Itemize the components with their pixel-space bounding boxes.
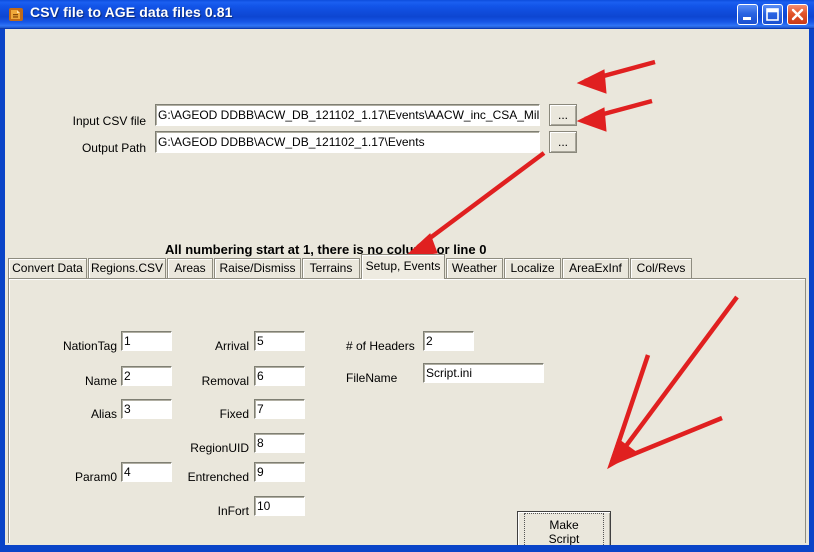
infort-label: InFort [149,504,249,518]
tab-raise-dismiss[interactable]: Raise/Dismiss [214,258,301,279]
output-path-browse-button[interactable]: ... [549,131,577,153]
close-button[interactable] [787,4,808,25]
make-script-button[interactable]: Make Script [517,511,611,545]
tab-setup-events[interactable]: Setup, Events [361,254,445,279]
minimize-button[interactable] [737,4,758,25]
name-label: Name [9,374,117,388]
input-csv-label: Input CSV file [26,114,146,128]
output-path-field[interactable] [155,131,540,153]
arrival-label: Arrival [149,339,249,353]
fixed-field[interactable] [254,399,305,419]
make-script-button-label: Make Script [524,513,604,545]
entrenched-label: Entrenched [149,470,249,484]
tab-area-ex-inf[interactable]: AreaExInf [562,258,629,279]
maximize-button[interactable] [762,4,783,25]
filename-label: FileName [346,371,397,385]
client-area: Input CSV file ... Output Path ... All n… [5,29,809,545]
application-window: CSV file to AGE data files 0.81 Input CS… [0,0,814,552]
nationtag-label: NationTag [9,339,117,353]
title-bar: CSV file to AGE data files 0.81 [0,0,814,29]
tab-terrains[interactable]: Terrains [302,258,360,279]
removal-label: Removal [149,374,249,388]
removal-field[interactable] [254,366,305,386]
num-headers-field[interactable] [423,331,474,351]
regionuid-field[interactable] [254,433,305,453]
tab-weather[interactable]: Weather [446,258,503,279]
infort-field[interactable] [254,496,305,516]
regionuid-label: RegionUID [149,441,249,455]
output-path-label: Output Path [26,141,146,155]
tab-convert-data[interactable]: Convert Data [8,258,87,279]
alias-label: Alias [9,407,117,421]
entrenched-field[interactable] [254,462,305,482]
tab-localize[interactable]: Localize [504,258,561,279]
window-title: CSV file to AGE data files 0.81 [30,4,233,20]
fixed-label: Fixed [149,407,249,421]
tab-col-revs[interactable]: Col/Revs [630,258,692,279]
tab-strip: Convert Data Regions.CSV Areas Raise/Dis… [8,255,806,279]
input-csv-browse-button[interactable]: ... [549,104,577,126]
input-csv-field[interactable] [155,104,540,126]
app-icon [8,6,25,23]
tab-areas[interactable]: Areas [167,258,213,279]
arrival-field[interactable] [254,331,305,351]
param0-label: Param0 [9,470,117,484]
tab-panel-setup-events: NationTag Name Alias Param0 Arrival Remo… [8,278,806,543]
tab-regions-csv[interactable]: Regions.CSV [88,258,166,279]
filename-field[interactable] [423,363,544,383]
num-headers-label: # of Headers [346,339,415,353]
